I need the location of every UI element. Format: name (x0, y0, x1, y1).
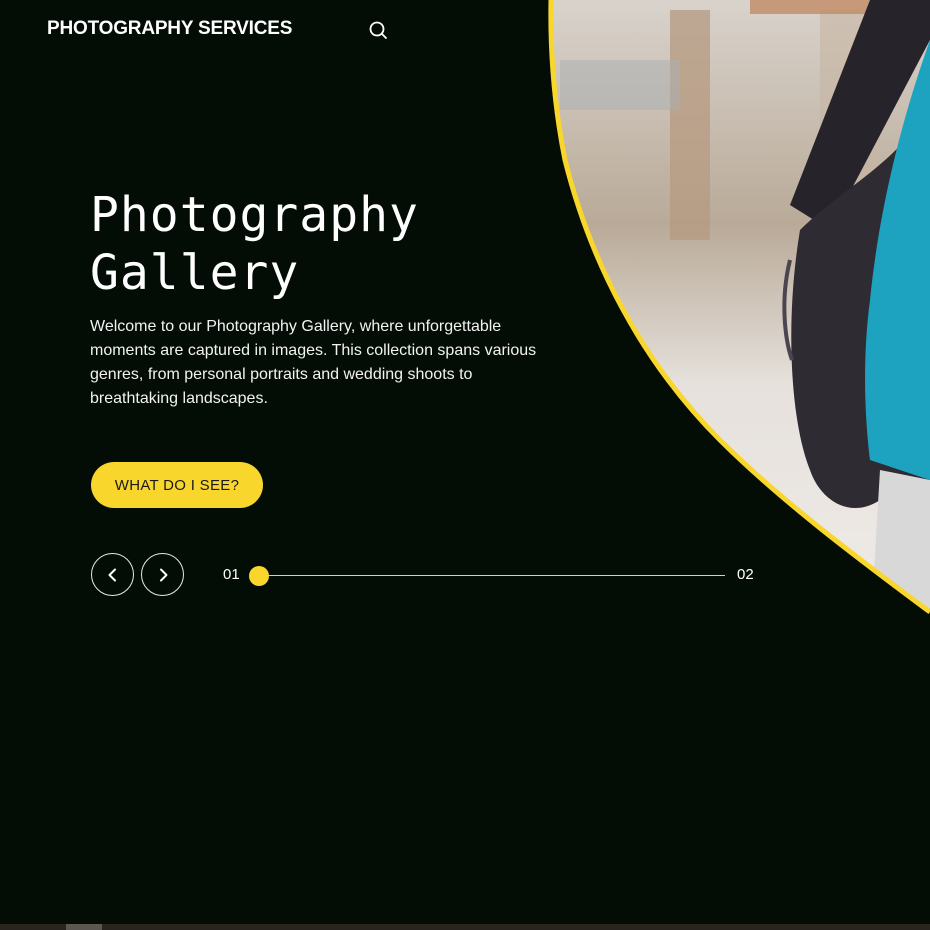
hero-description: Welcome to our Photography Gallery, wher… (90, 318, 537, 407)
slide-current-number: 01 (223, 566, 240, 583)
next-slide-button[interactable] (141, 553, 184, 596)
slide-total-number: 02 (737, 566, 754, 583)
hero-title-line1: Photography (90, 187, 419, 243)
chevron-left-icon (108, 568, 116, 581)
chevron-right-icon (159, 568, 167, 581)
hero-title-line2: Gallery (90, 245, 300, 301)
hero-title: Photography Gallery (90, 186, 530, 302)
cta-button[interactable]: WHAT DO I SEE? (91, 462, 263, 508)
slider-knob[interactable] (249, 566, 269, 586)
search-icon[interactable] (366, 18, 390, 42)
prev-slide-button[interactable] (91, 553, 134, 596)
brand-logo-text[interactable]: PHOTOGRAPHY SERVICES (47, 18, 292, 40)
next-section-edge (0, 924, 930, 930)
page: PHOTOGRAPHY SERVICES Photography Gallery… (0, 0, 930, 930)
slider-track[interactable] (259, 575, 725, 576)
next-section-thumb (66, 924, 102, 930)
